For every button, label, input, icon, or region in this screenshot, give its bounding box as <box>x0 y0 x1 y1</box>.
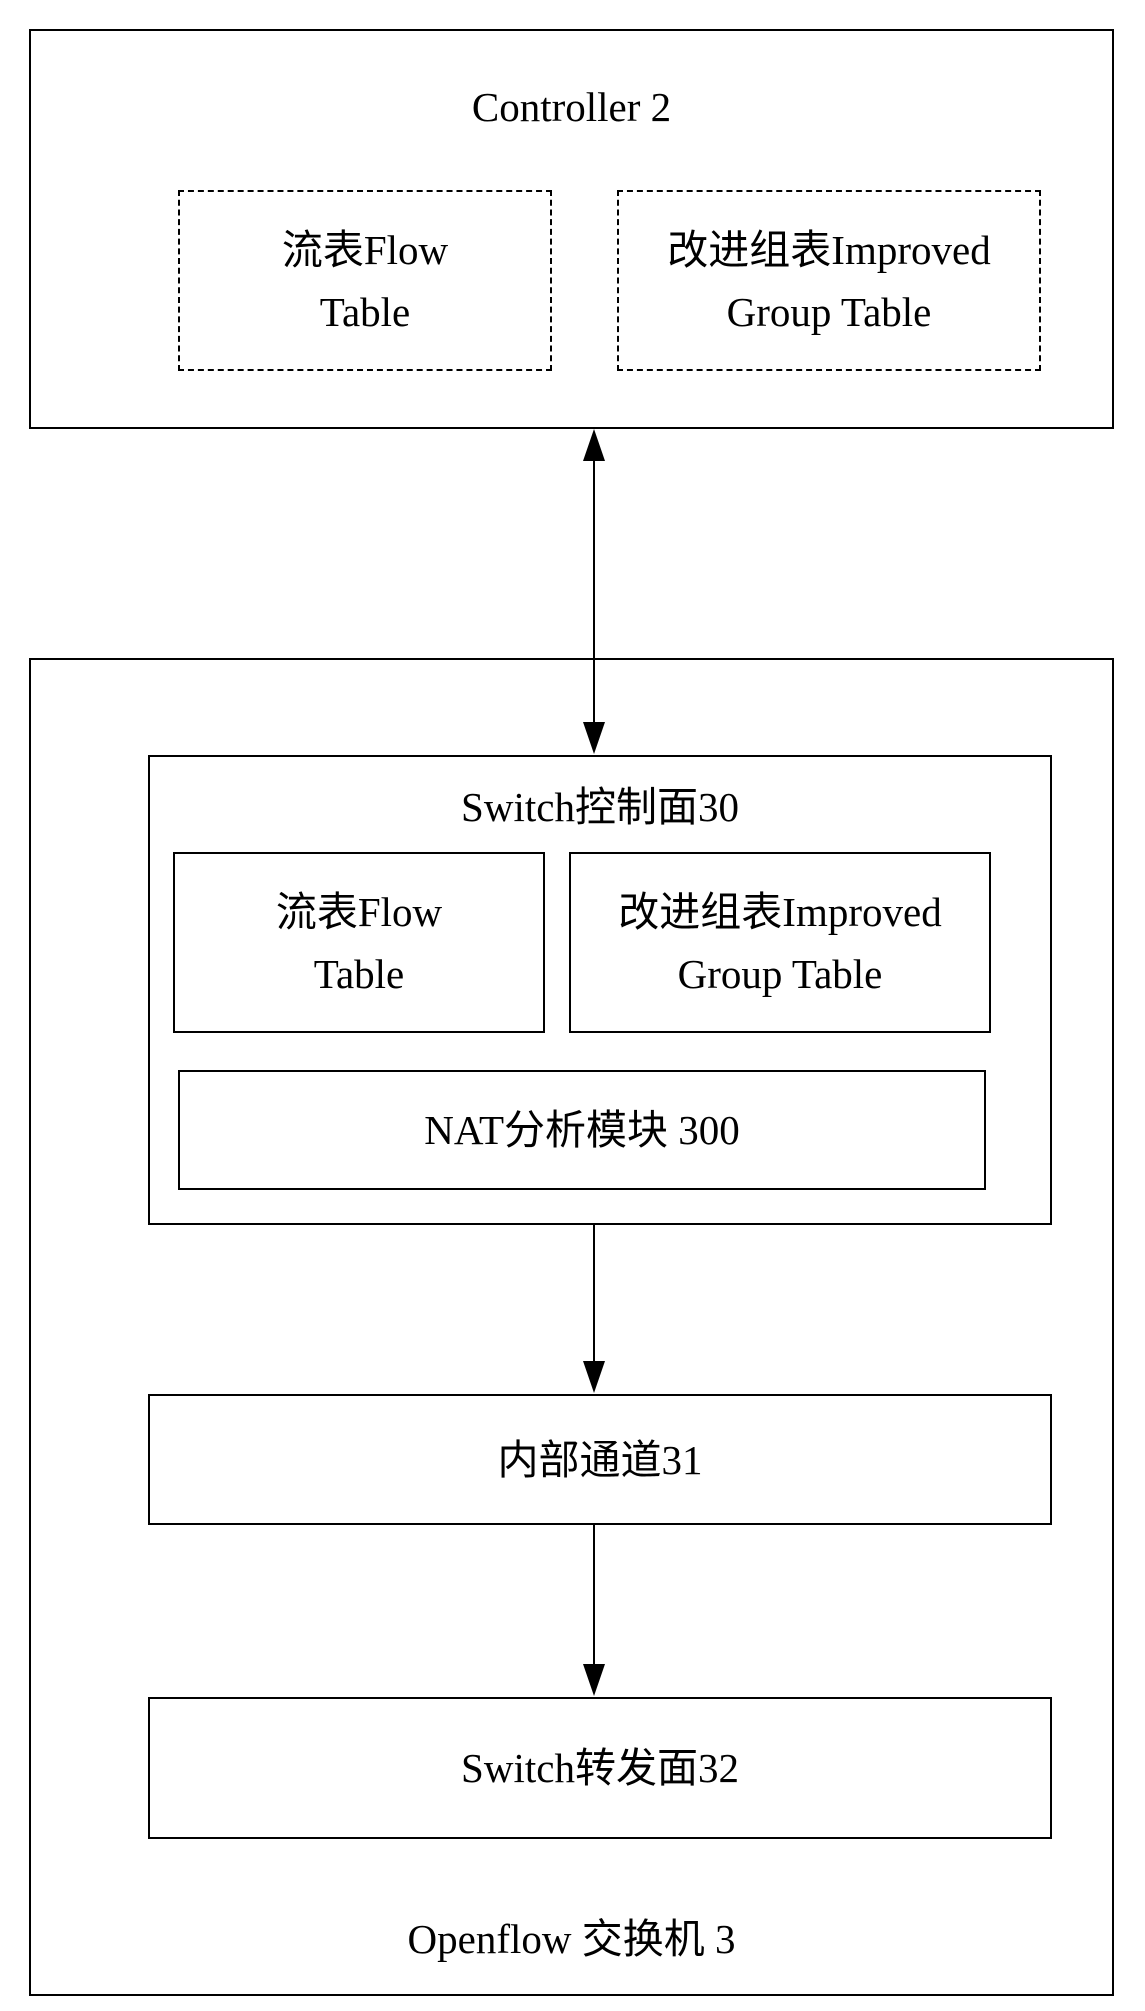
connector-arrows <box>583 429 605 1696</box>
arrow-control-plane-to-internal-channel <box>583 1225 605 1393</box>
bidirectional-arrow-controller-control-plane <box>583 429 605 754</box>
arrow-internal-channel-to-forwarding-plane <box>583 1525 605 1696</box>
